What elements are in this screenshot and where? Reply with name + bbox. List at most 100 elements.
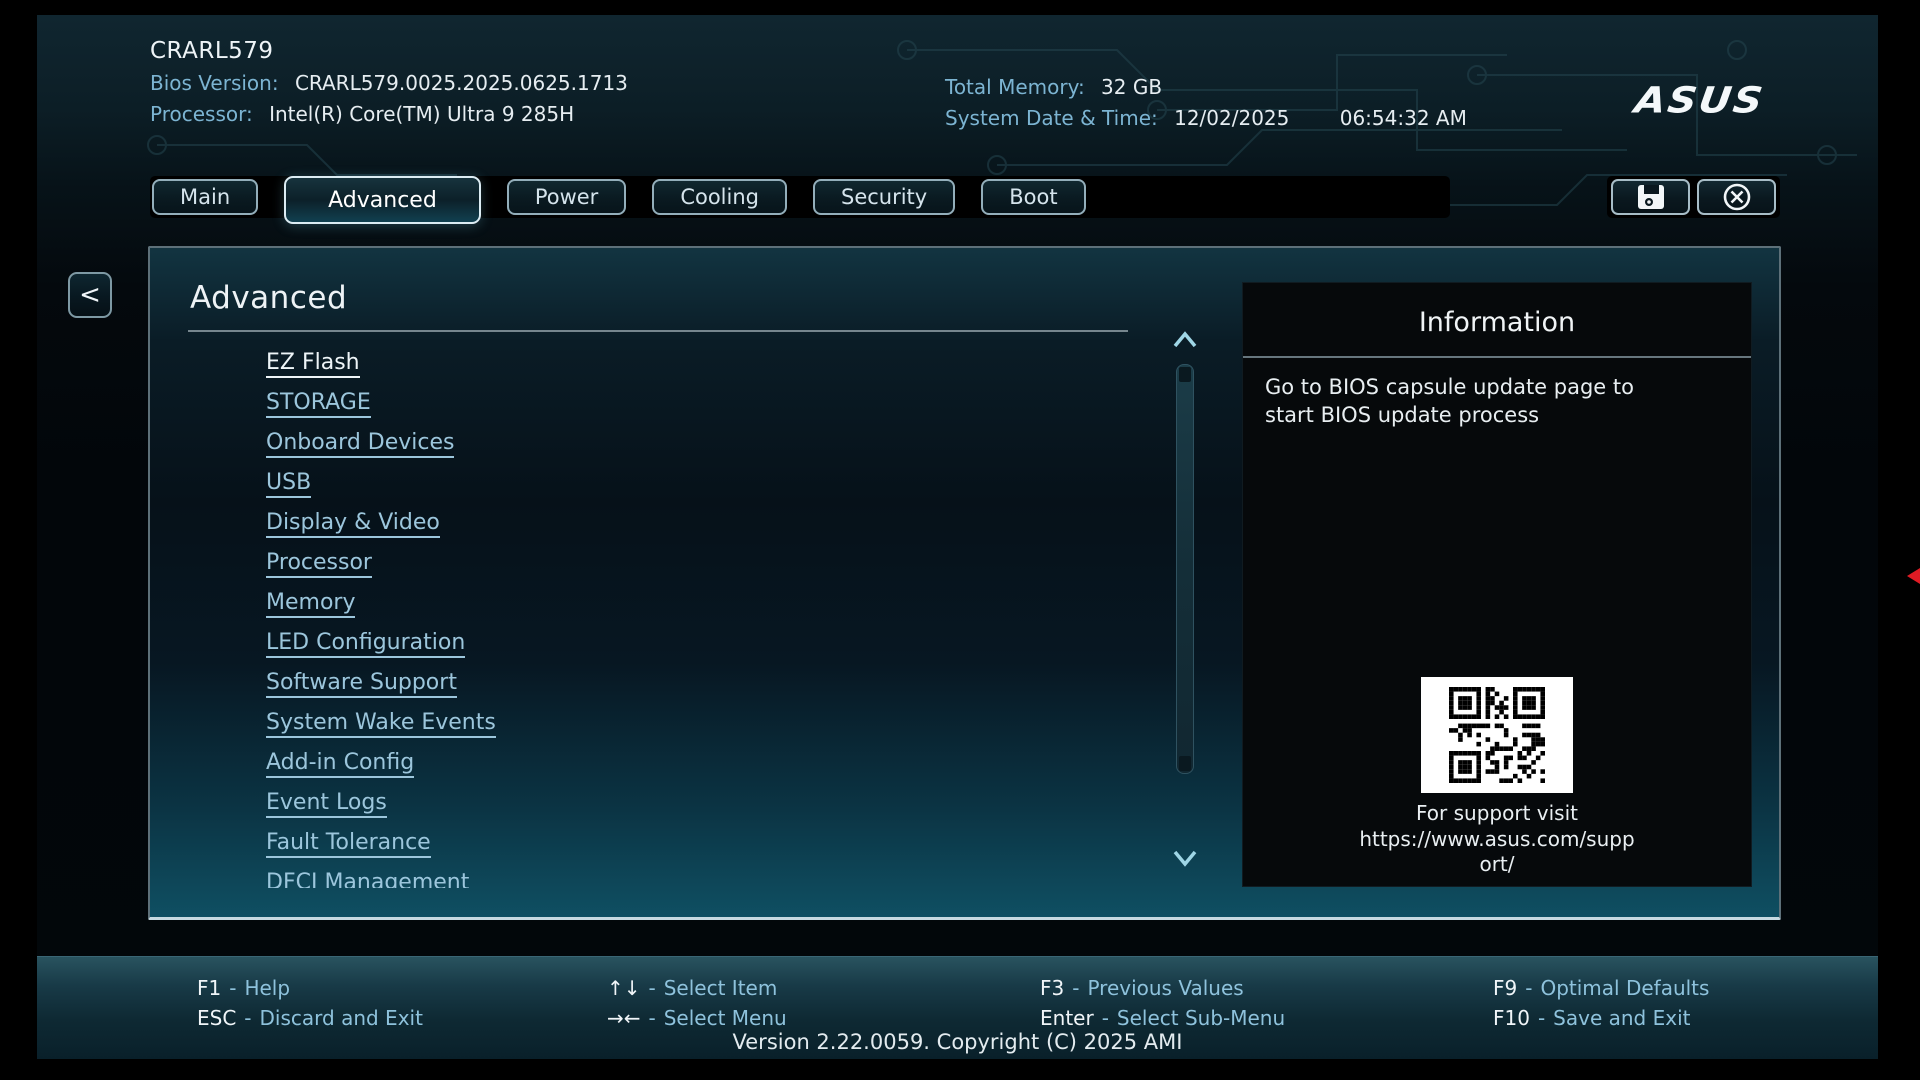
tab-security[interactable]: Security: [813, 179, 955, 215]
menu-item-led-configuration[interactable]: LED Configuration: [266, 624, 1126, 664]
system-date-value: 12/02/2025: [1174, 106, 1289, 130]
hotkey-separator: -: [244, 1006, 251, 1030]
support-qr-code: [1421, 677, 1573, 793]
menu-item-label: Fault Tolerance: [266, 830, 431, 858]
hotkey-f3-previous: F3 - Previous Values: [1040, 973, 1285, 1003]
left-right-arrows-icon: →←: [607, 1006, 641, 1030]
menu-item-ez-flash[interactable]: EZ Flash: [266, 344, 1126, 384]
information-title: Information: [1243, 307, 1751, 338]
processor-value: Intel(R) Core(TM) Ultra 9 285H: [269, 102, 574, 126]
scrollbar-thumb-cap: [1179, 367, 1191, 382]
qr-code-icon: [1449, 687, 1545, 783]
hotkey-enter-submenu: Enter - Select Sub-Menu: [1040, 1003, 1285, 1033]
support-line: For support visit: [1243, 801, 1751, 827]
hotkey-desc: Optimal Defaults: [1540, 976, 1709, 1000]
hotkey-esc-discard: ESC - Discard and Exit: [197, 1003, 423, 1033]
tab-boot[interactable]: Boot: [981, 179, 1085, 215]
scrollbar-thumb-cap: [1179, 756, 1191, 771]
asus-logo: ASUS: [1609, 80, 1790, 121]
hotkey-key: F3: [1040, 976, 1064, 1000]
information-panel: Information Go to BIOS capsule update pa…: [1242, 282, 1752, 887]
hotkey-desc: Save and Exit: [1553, 1006, 1690, 1030]
scrollbar-track[interactable]: [1176, 364, 1194, 774]
processor-label: Processor:: [150, 102, 253, 126]
bios-version-value: CRARL579.0025.2025.0625.1713: [295, 71, 628, 95]
menu-item-system-wake-events[interactable]: System Wake Events: [266, 704, 1126, 744]
hotkey-separator: -: [1072, 976, 1079, 1000]
hotkey-column: F1 - Help ESC - Discard and Exit: [197, 973, 423, 1033]
menu-item-processor[interactable]: Processor: [266, 544, 1126, 584]
hotkey-separator: -: [649, 976, 656, 1000]
menu-item-label: Software Support: [266, 670, 457, 698]
hotkey-desc: Select Item: [664, 976, 778, 1000]
information-body-line: start BIOS update process: [1265, 402, 1731, 430]
menu-item-label: System Wake Events: [266, 710, 496, 738]
menu-item-label: Event Logs: [266, 790, 387, 818]
menu-item-label: Add-in Config: [266, 750, 414, 778]
datetime-label: System Date & Time:: [945, 106, 1158, 130]
menu-item-event-logs[interactable]: Event Logs: [266, 784, 1126, 824]
system-time-value: 06:54:32 AM: [1340, 106, 1467, 130]
hotkey-desc: Select Sub-Menu: [1117, 1006, 1285, 1030]
menu-item-label: DFCI Management: [266, 870, 469, 888]
header-system-info: CRARL579 Bios Version: CRARL579.0025.202…: [150, 38, 628, 126]
title-divider: [188, 330, 1128, 332]
hotkey-desc: Help: [244, 976, 290, 1000]
hotkey-arrows-select-menu: →← - Select Menu: [607, 1003, 787, 1033]
support-url-line: ort/: [1243, 852, 1751, 878]
exit-button[interactable]: [1697, 179, 1776, 215]
advanced-panel: Advanced EZ Flash STORAGE Onboard Device…: [148, 246, 1781, 920]
back-button[interactable]: <: [68, 272, 112, 318]
scroll-down-icon[interactable]: [1172, 848, 1198, 868]
floppy-disk-icon: [1636, 183, 1666, 211]
scroll-up-icon[interactable]: [1172, 330, 1198, 350]
hotkey-f1-help: F1 - Help: [197, 973, 423, 1003]
hotkey-separator: -: [1525, 976, 1532, 1000]
red-cursor-artifact: [1907, 568, 1920, 584]
up-down-arrows-icon: ↑↓: [607, 976, 641, 1000]
tab-bar: Main Advanced Power Cooling Security Boo…: [150, 176, 1450, 218]
menu-item-add-in-config[interactable]: Add-in Config: [266, 744, 1126, 784]
header-memory-datetime: Total Memory: 32 GB System Date & Time: …: [945, 68, 1467, 130]
menu-item-label: Memory: [266, 590, 355, 618]
save-button[interactable]: [1611, 179, 1690, 215]
menu-item-label: EZ Flash: [266, 350, 360, 378]
hotkey-key: ESC: [197, 1006, 236, 1030]
version-copyright: Version 2.22.0059. Copyright (C) 2025 AM…: [37, 1030, 1878, 1054]
menu-item-fault-tolerance[interactable]: Fault Tolerance: [266, 824, 1126, 864]
tab-main[interactable]: Main: [152, 179, 258, 215]
hotkey-arrows-select-item: ↑↓ - Select Item: [607, 973, 787, 1003]
tab-advanced[interactable]: Advanced: [284, 176, 481, 224]
hotkey-column: F9 - Optimal Defaults F10 - Save and Exi…: [1493, 973, 1709, 1033]
hotkey-key: F1: [197, 976, 221, 1000]
total-memory-label: Total Memory:: [945, 75, 1085, 99]
menu-item-memory[interactable]: Memory: [266, 584, 1126, 624]
menu-item-usb[interactable]: USB: [266, 464, 1126, 504]
menu-item-display-video[interactable]: Display & Video: [266, 504, 1126, 544]
tab-power[interactable]: Power: [507, 179, 627, 215]
hotkey-separator: -: [1102, 1006, 1109, 1030]
menu-item-label: STORAGE: [266, 390, 371, 418]
menu-item-label: Processor: [266, 550, 372, 578]
information-divider: [1243, 356, 1751, 358]
menu-item-label: Onboard Devices: [266, 430, 454, 458]
menu-item-software-support[interactable]: Software Support: [266, 664, 1126, 704]
menu-item-dfci-management[interactable]: DFCI Management: [266, 864, 1126, 888]
support-url-line: https://www.asus.com/supp: [1243, 827, 1751, 853]
hotkey-separator: -: [229, 976, 236, 1000]
hotkey-column: ↑↓ - Select Item →← - Select Menu: [607, 973, 787, 1033]
menu-item-onboard-devices[interactable]: Onboard Devices: [266, 424, 1126, 464]
toolbar: [1607, 176, 1780, 218]
menu-item-label: USB: [266, 470, 311, 498]
hotkey-desc: Select Menu: [664, 1006, 787, 1030]
tab-cooling[interactable]: Cooling: [652, 179, 787, 215]
hotkey-key: F10: [1493, 1006, 1530, 1030]
hotkey-key: F9: [1493, 976, 1517, 1000]
information-body-line: Go to BIOS capsule update page to: [1265, 374, 1731, 402]
page-title: Advanced: [190, 280, 347, 316]
menu-item-storage[interactable]: STORAGE: [266, 384, 1126, 424]
hotkey-separator: -: [1538, 1006, 1545, 1030]
hotkey-column: F3 - Previous Values Enter - Select Sub-…: [1040, 973, 1285, 1033]
menu-item-label: Display & Video: [266, 510, 440, 538]
menu-item-label: LED Configuration: [266, 630, 465, 658]
